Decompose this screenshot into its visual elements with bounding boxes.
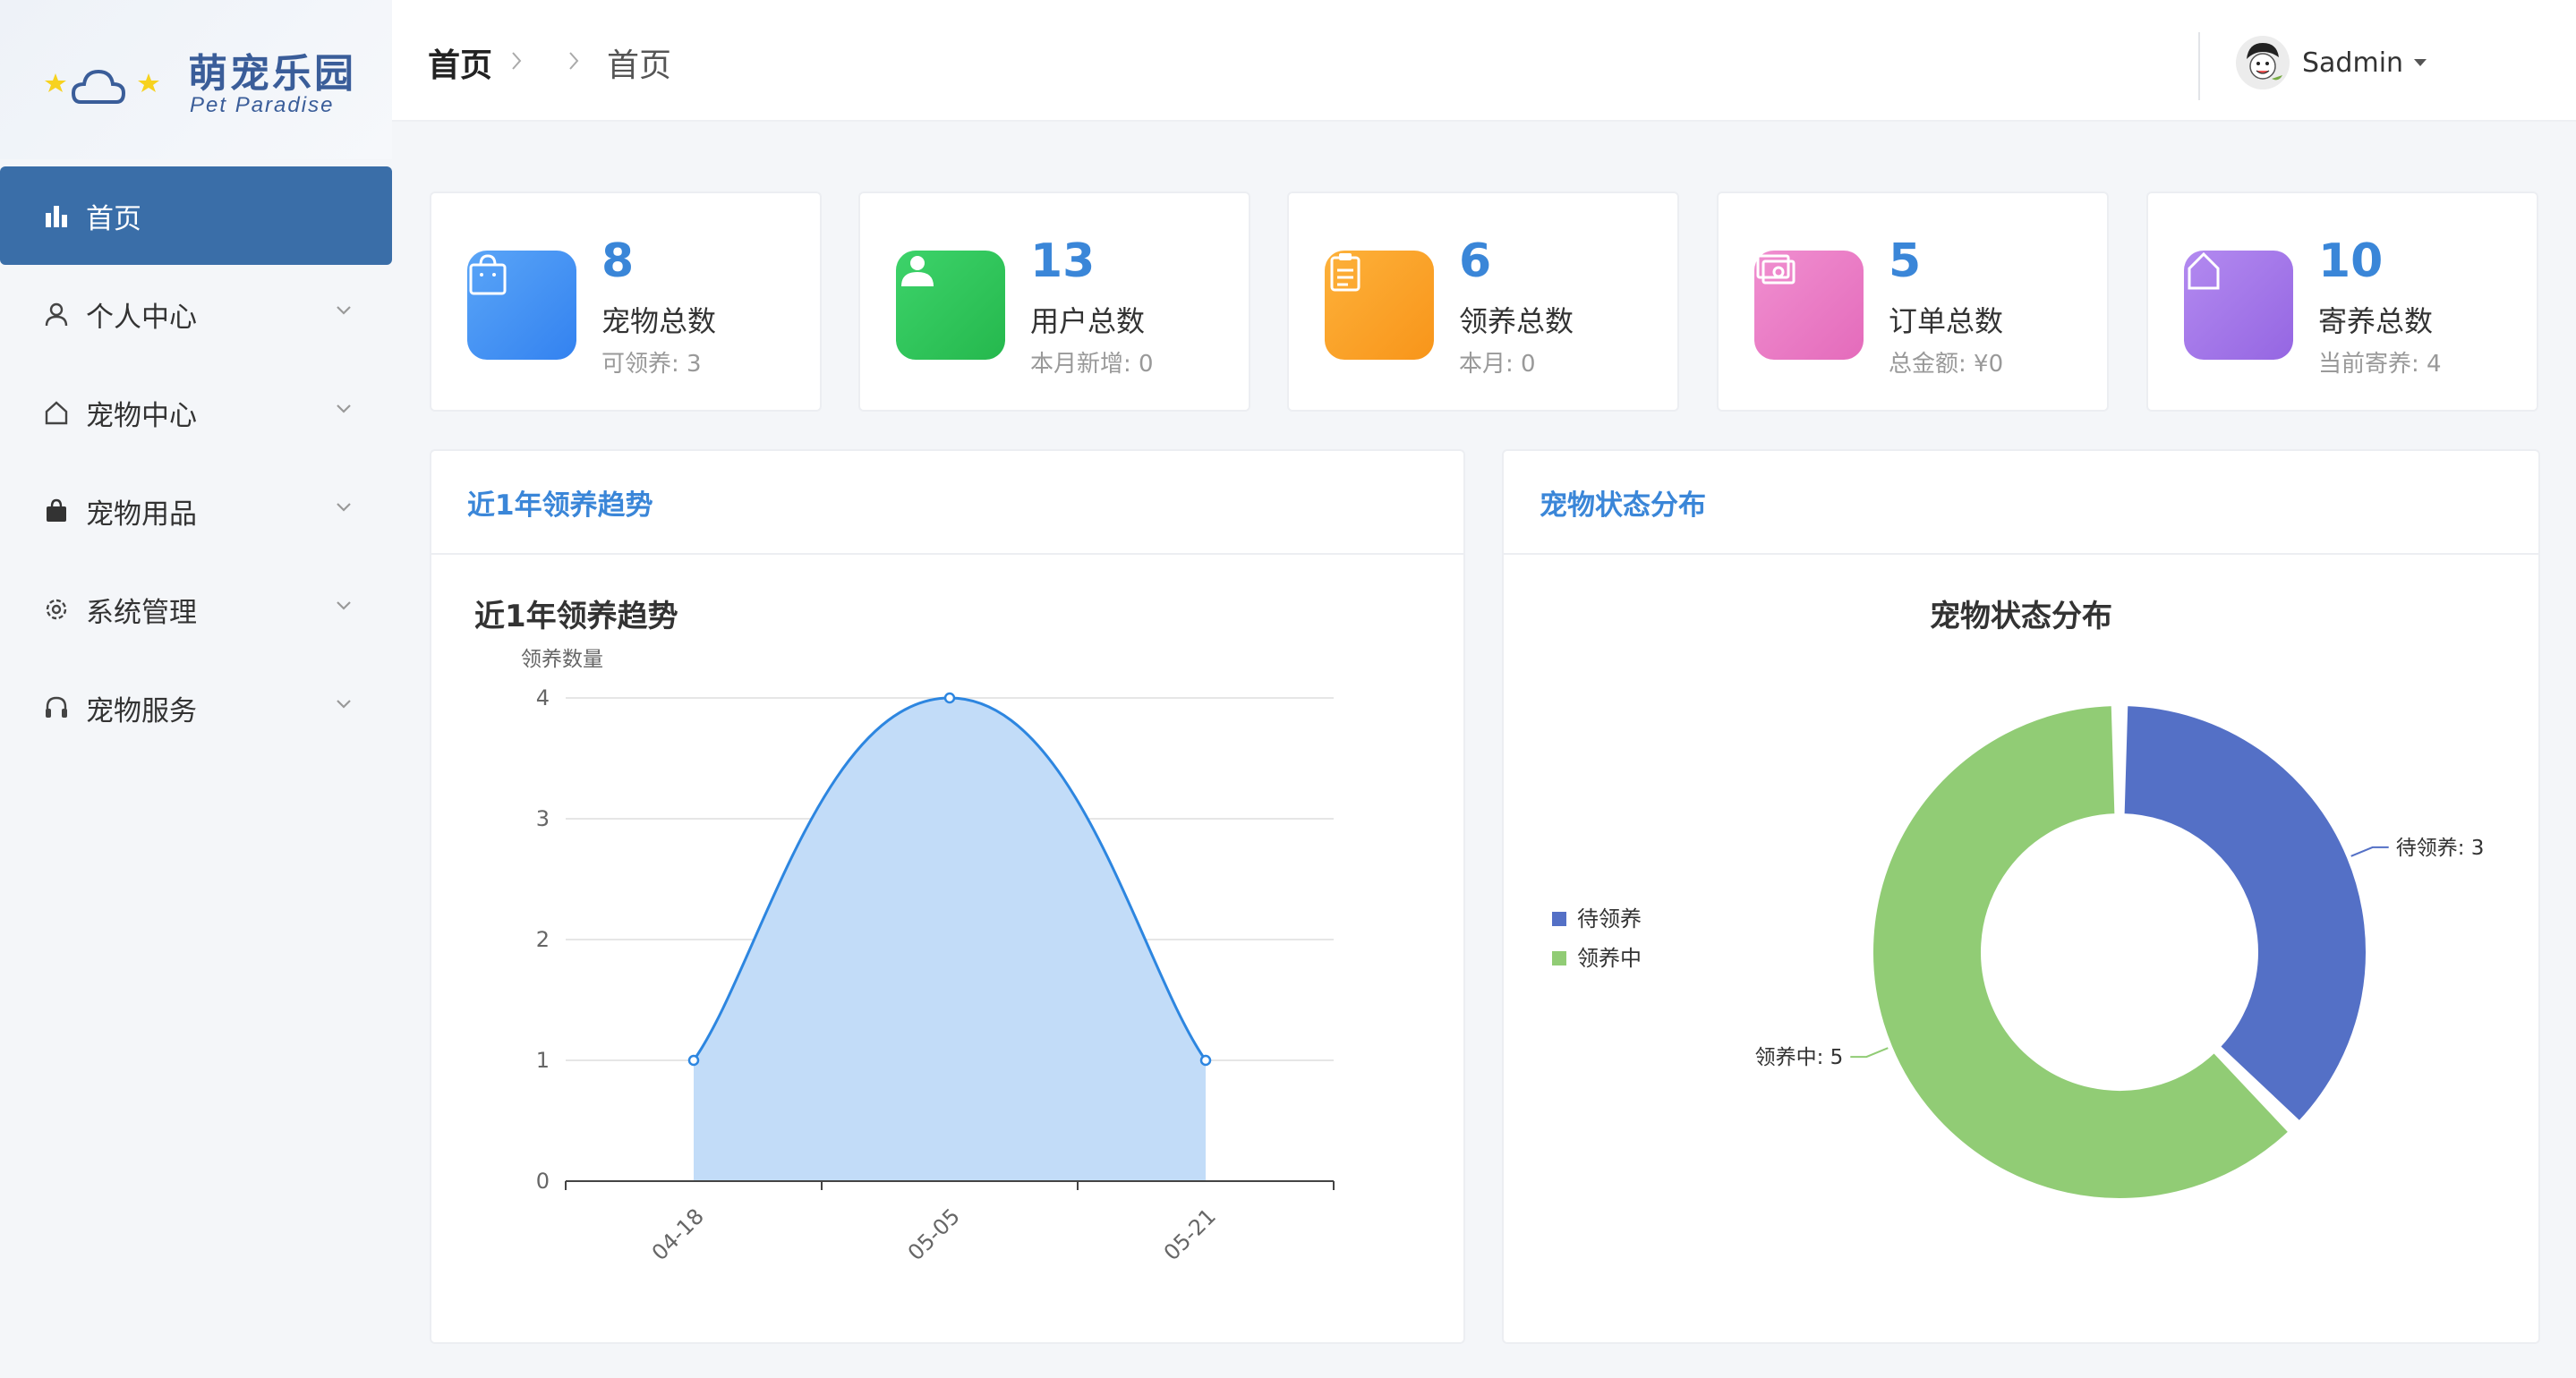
x-tick-label: 05-05 [903, 1204, 965, 1265]
headset-icon [41, 693, 72, 723]
chevron-down-icon [337, 306, 351, 315]
pie-slice [2122, 704, 2367, 1123]
sidebar-item-label: 宠物用品 [86, 498, 197, 531]
label-line [1850, 1047, 1889, 1059]
stat-label: 宠物总数 [601, 304, 717, 338]
top-header: 首页 首页 Sadmin [392, 0, 2576, 122]
slice-label: 待领养: 3 [2396, 837, 2485, 860]
bar-chart-icon [41, 200, 72, 231]
brand-title: 萌宠乐园 [188, 51, 356, 97]
stat-card-boarding: 10 寄养总数 当前寄养: 4 [2146, 191, 2538, 412]
legend-label: 领养中 [1577, 946, 1642, 971]
data-point [943, 692, 956, 704]
stat-value: 8 [601, 234, 635, 288]
stat-label: 用户总数 [1030, 304, 1146, 338]
sidebar-item-personal-center[interactable]: 个人中心 [0, 265, 392, 363]
chart-title: 宠物状态分布 [1930, 599, 2112, 634]
cloud-logo-icon [45, 69, 159, 104]
avatar [2236, 36, 2290, 89]
x-tick-label: 05-21 [1159, 1204, 1221, 1265]
y-axis-label: 领养数量 [521, 648, 603, 671]
sidebar-item-pet-service[interactable]: 宠物服务 [0, 659, 392, 757]
sidebar-item-pet-supplies[interactable]: 宠物用品 [0, 462, 392, 560]
data-point [1199, 1054, 1212, 1067]
chevron-right-icon [510, 47, 523, 79]
stat-card-adoptions: 6 领养总数 本月: 0 [1287, 191, 1679, 412]
home-icon [2184, 251, 2293, 360]
user-icon [41, 299, 72, 329]
panel-title: 宠物状态分布 [1504, 451, 2538, 555]
money-icon [1754, 251, 1864, 360]
stat-value: 10 [2318, 234, 2384, 288]
stat-sub: 当前寄养: 4 [2318, 351, 2442, 378]
slice-label: 领养中: 5 [1755, 1046, 1844, 1069]
sidebar-nav: 首页 个人中心 宠物中心 宠物用品 系统管理 宠物服务 [0, 166, 392, 757]
person-icon [896, 251, 1005, 360]
bag-icon [41, 496, 72, 526]
gear-icon [41, 594, 72, 625]
chevron-right-icon [567, 47, 580, 79]
panel-title: 近1年领养趋势 [431, 451, 1463, 555]
brand-subtitle: Pet Paradise [190, 93, 335, 117]
y-tick-label: 1 [536, 1048, 550, 1073]
data-point [687, 1054, 700, 1067]
chevron-down-icon [337, 503, 351, 512]
clipboard-icon [1325, 251, 1434, 360]
stat-label: 订单总数 [1889, 304, 2004, 338]
stat-sub: 本月: 0 [1459, 351, 1536, 378]
chevron-down-icon [337, 601, 351, 610]
legend-swatch [1552, 912, 1566, 926]
user-name: Sadmin [2302, 47, 2404, 79]
breadcrumb: 首页 首页 [428, 39, 671, 86]
chevron-down-icon [337, 700, 351, 709]
area-fill [694, 698, 1206, 1181]
stat-sub: 本月新增: 0 [1030, 351, 1154, 378]
y-tick-label: 2 [536, 927, 550, 952]
stat-card-orders: 5 订单总数 总金额: ¥0 [1717, 191, 2109, 412]
header-divider [2198, 32, 2200, 100]
breadcrumb-item: 首页 [607, 47, 672, 84]
y-tick-label: 0 [536, 1169, 550, 1194]
breadcrumb-item[interactable]: 首页 [428, 39, 492, 86]
stat-sub: 总金额: ¥0 [1889, 351, 2004, 378]
chart-title: 近1年领养趋势 [474, 599, 678, 634]
pet-status-panel: 宠物状态分布 宠物状态分布待领养: 3 领养中: 5 待领养领养中 [1502, 449, 2540, 1344]
sidebar-item-pet-center[interactable]: 宠物中心 [0, 363, 392, 462]
adoption-trend-panel: 近1年领养趋势 近1年领养趋势领养数量 0 1 2 3 4 04-18 05-05 05-21 [430, 449, 1465, 1344]
stat-value: 13 [1030, 234, 1096, 288]
y-tick-label: 3 [536, 806, 550, 831]
sidebar: 萌宠乐园 Pet Paradise 首页 个人中心 宠物中心 宠物用品 系统管理… [0, 0, 392, 1378]
user-menu[interactable]: Sadmin [2236, 36, 2428, 89]
house-icon [41, 397, 72, 428]
stat-value: 6 [1459, 234, 1492, 288]
legend-swatch [1552, 951, 1566, 965]
legend-label: 待领养 [1577, 906, 1642, 931]
sidebar-item-home[interactable]: 首页 [0, 166, 392, 265]
adoption-trend-chart: 近1年领养趋势领养数量 0 1 2 3 4 04-18 05-05 05-21 [474, 599, 1335, 1265]
stat-sub: 可领养: 3 [601, 351, 702, 378]
label-line [2350, 846, 2389, 857]
y-tick-label: 4 [536, 685, 550, 710]
sidebar-item-label: 宠物服务 [86, 694, 197, 727]
pet-status-chart: 宠物状态分布待领养: 3 领养中: 5 待领养领养中 [1552, 599, 2485, 1200]
caret-down-icon [2414, 59, 2427, 66]
stat-card-pets: 8 宠物总数 可领养: 3 [430, 191, 822, 412]
sidebar-item-label: 首页 [86, 202, 141, 235]
chevron-down-icon [337, 404, 351, 413]
sidebar-item-label: 系统管理 [86, 596, 197, 629]
stat-card-users: 13 用户总数 本月新增: 0 [858, 191, 1250, 412]
x-tick-label: 04-18 [647, 1204, 709, 1265]
sidebar-item-label: 宠物中心 [86, 399, 197, 432]
logo[interactable]: 萌宠乐园 Pet Paradise [0, 0, 392, 159]
sidebar-item-system-management[interactable]: 系统管理 [0, 560, 392, 659]
stat-value: 5 [1889, 234, 1922, 288]
sidebar-item-label: 个人中心 [86, 301, 197, 334]
stat-label: 寄养总数 [2318, 304, 2434, 338]
shopping-bag-icon [467, 251, 576, 360]
stat-label: 领养总数 [1459, 304, 1574, 338]
